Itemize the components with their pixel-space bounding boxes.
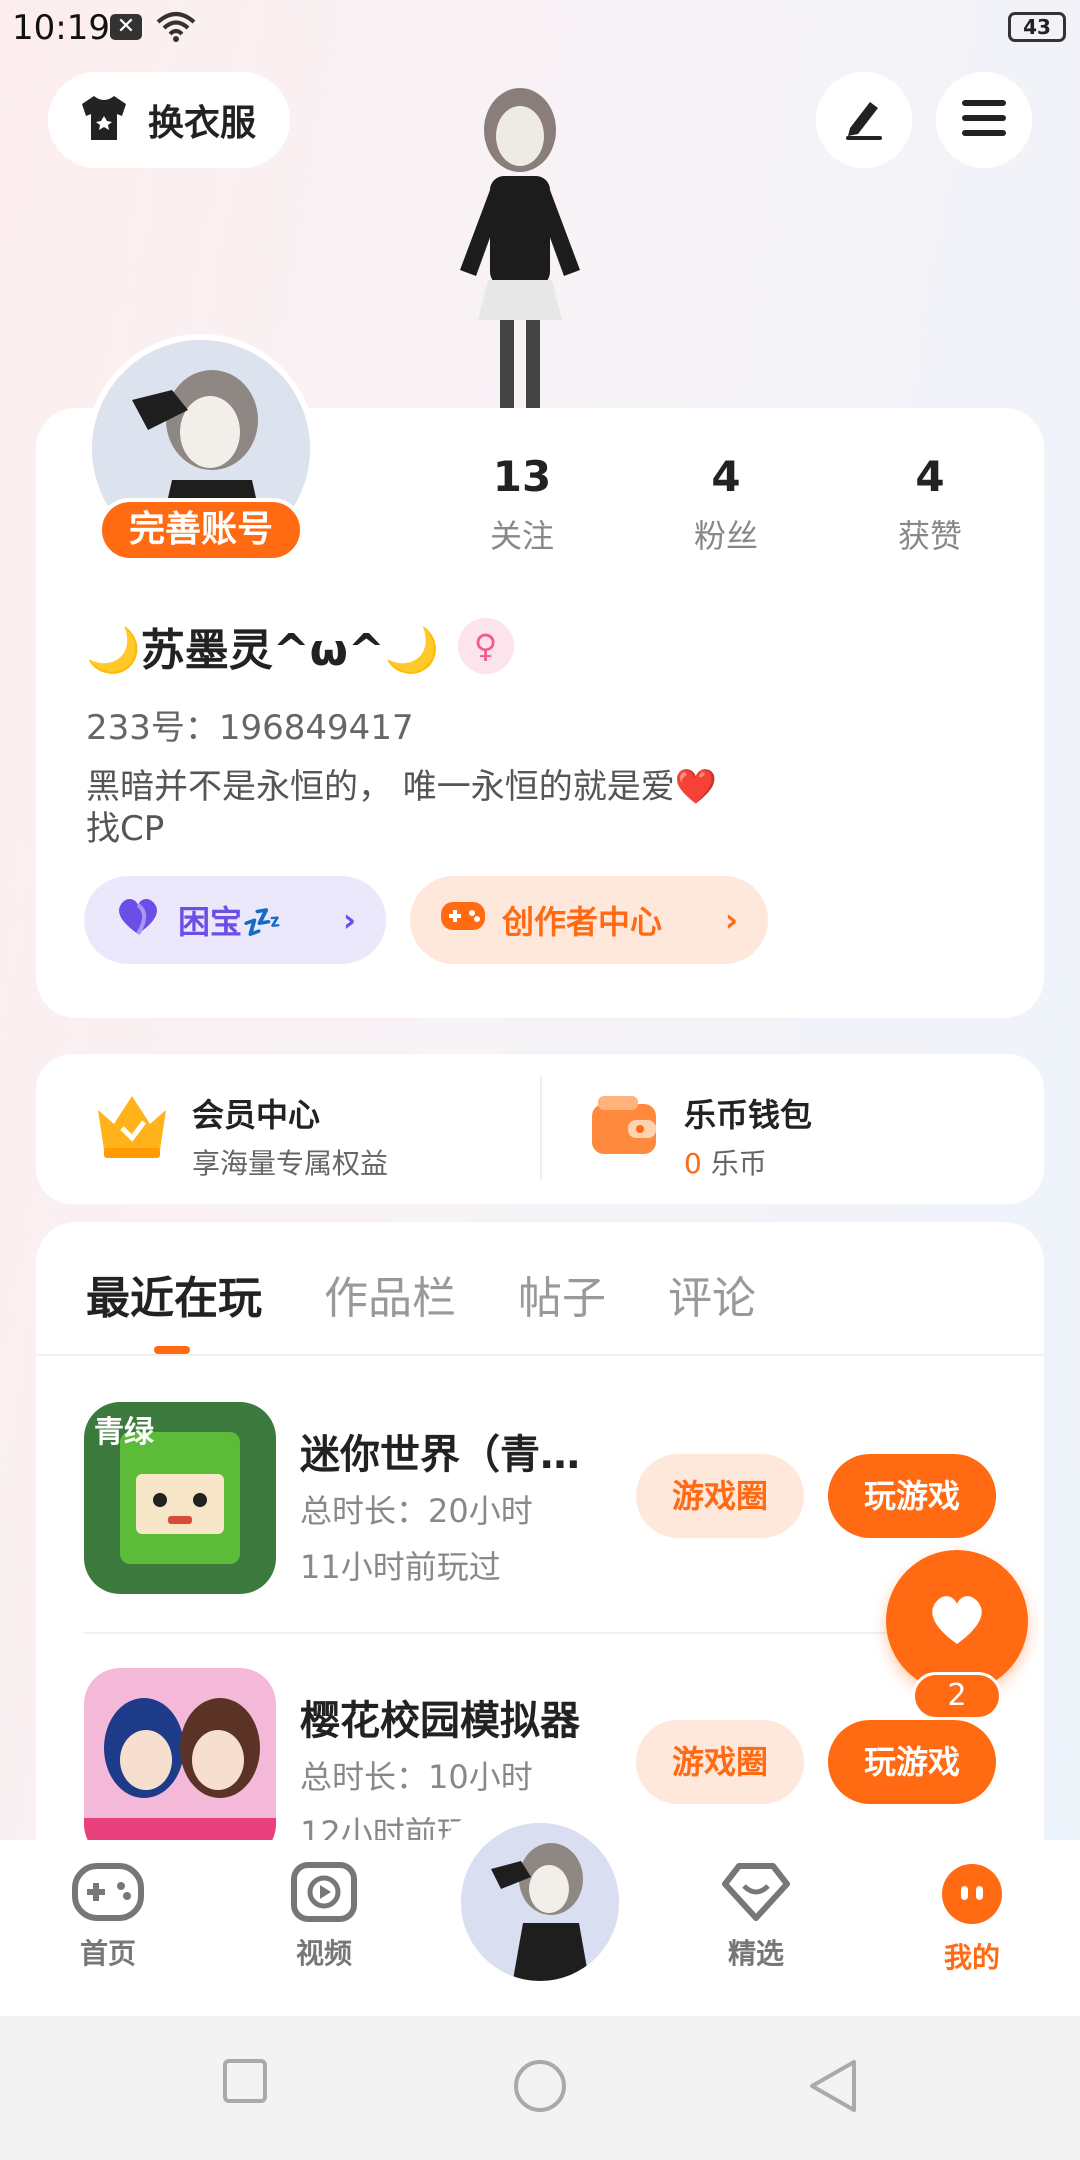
nav-mine[interactable]: 我的 xyxy=(902,1862,1042,1976)
divider xyxy=(84,1632,1004,1634)
status-time: 10:19 xyxy=(12,8,110,48)
member-center-subtitle: 享海量专属权益 xyxy=(192,1147,389,1180)
recent-apps-button[interactable] xyxy=(222,2058,268,2108)
user-id: 233号：196849417 xyxy=(86,708,414,748)
heart-icon xyxy=(114,896,162,944)
square-icon xyxy=(222,2059,268,2108)
tab-works[interactable]: 作品栏 xyxy=(324,1262,456,1326)
nav-mine-label: 我的 xyxy=(943,1941,1000,1974)
avatar-figure[interactable] xyxy=(430,80,610,410)
game-duration: 总时长：10小时 xyxy=(300,1758,533,1796)
female-icon: ♀ xyxy=(457,618,514,674)
edit-profile-button[interactable] xyxy=(816,72,912,168)
nav-video-label: 视频 xyxy=(295,1937,352,1970)
menu-button[interactable] xyxy=(936,72,1032,168)
game-title: 樱花校园模拟器 xyxy=(300,1698,580,1744)
creator-center-label: 创作者中心 xyxy=(502,903,663,941)
tab-comments[interactable]: 评论 xyxy=(668,1262,756,1326)
circle-icon xyxy=(512,2060,568,2118)
followers-count: 4 xyxy=(711,452,741,501)
tab-posts[interactable]: 帖子 xyxy=(518,1262,606,1326)
following-stat[interactable]: 13 关注 xyxy=(432,452,612,557)
game-title: 迷你世界（青少年版） xyxy=(300,1432,600,1478)
member-center-title: 会员中心 xyxy=(192,1096,321,1134)
following-count: 13 xyxy=(492,452,552,501)
wifi-icon xyxy=(156,10,196,48)
svg-text:青绿: 青绿 xyxy=(94,1415,155,1450)
game-duration: 总时长：20小时 xyxy=(300,1492,533,1530)
heart-icon xyxy=(926,1592,988,1650)
divider xyxy=(540,1076,542,1180)
nav-home[interactable]: 首页 xyxy=(38,1862,178,1972)
nav-featured-label: 精选 xyxy=(727,1937,784,1970)
followers-label: 粉丝 xyxy=(693,517,758,555)
menu-icon xyxy=(960,98,1008,142)
nav-avatar-center[interactable] xyxy=(456,1818,624,1986)
crown-icon xyxy=(92,1090,172,1164)
divider xyxy=(36,1354,1044,1356)
gamepad-icon xyxy=(440,898,486,942)
chevron-right-icon: › xyxy=(342,901,356,939)
tab-recently-played[interactable]: 最近在玩 xyxy=(86,1262,262,1326)
likes-stat[interactable]: 4 获赞 xyxy=(840,452,1020,557)
tab-indicator xyxy=(154,1346,190,1354)
nav-home-label: 首页 xyxy=(79,1937,136,1970)
home-button[interactable] xyxy=(512,2058,568,2118)
heart-shield-icon xyxy=(721,1862,791,1926)
nickname: 🌙苏墨灵^ω^🌙 xyxy=(86,625,440,676)
game-last-played: 11小时前玩过 xyxy=(300,1548,501,1586)
game-circle-button[interactable]: 游戏圈 xyxy=(636,1720,804,1804)
member-center-button[interactable]: 会员中心 享海量专属权益 xyxy=(192,1090,388,1182)
floating-heart-button[interactable] xyxy=(886,1550,1028,1692)
followers-stat[interactable]: 4 粉丝 xyxy=(636,452,816,557)
nickname-row: 🌙苏墨灵^ω^🌙 ♀ xyxy=(86,614,514,678)
nav-featured[interactable]: 精选 xyxy=(686,1862,826,1972)
bio-line-2: 找CP xyxy=(86,809,165,849)
back-button[interactable] xyxy=(808,2058,858,2118)
wallet-balance: 0 乐币 xyxy=(684,1142,812,1182)
battery-indicator: 43 xyxy=(1008,12,1066,42)
wallet-title: 乐币钱包 xyxy=(684,1096,813,1134)
wallet-amount: 0 xyxy=(684,1147,702,1180)
game-circle-button[interactable]: 游戏圈 xyxy=(636,1454,804,1538)
wallet-unit: 乐币 xyxy=(701,1147,767,1180)
change-outfit-button[interactable]: 换衣服 xyxy=(48,72,290,168)
following-label: 关注 xyxy=(489,517,554,555)
likes-count: 4 xyxy=(915,452,945,501)
shirt-icon xyxy=(78,94,130,146)
bio-line-1: 黑暗并不是永恒的， 唯一永恒的就是爱❤️ xyxy=(86,767,718,807)
game-icon: 青绿 xyxy=(84,1402,276,1594)
game-icon xyxy=(84,1668,276,1840)
pencil-icon xyxy=(840,94,888,146)
face-icon xyxy=(940,1862,1004,1930)
play-game-button[interactable]: 玩游戏 xyxy=(828,1454,996,1538)
creator-center-button[interactable]: 创作者中心 › xyxy=(410,876,768,964)
nav-video[interactable]: 视频 xyxy=(254,1862,394,1972)
status-pill-label: 困宝💤 xyxy=(178,903,282,941)
likes-label: 获赞 xyxy=(897,517,962,555)
complete-account-button[interactable]: 完善账号 xyxy=(98,498,304,562)
triangle-back-icon xyxy=(808,2060,858,2118)
bio: 黑暗并不是永恒的， 唯一永恒的就是爱❤️ 找CP xyxy=(86,766,717,850)
profile-tabs: 最近在玩 作品栏 帖子 评论 xyxy=(86,1262,756,1326)
fab-count-badge: 2 xyxy=(912,1672,1002,1720)
gamepad-icon xyxy=(71,1862,145,1926)
list-item[interactable]: 青绿 迷你世界（青少年版） 总时长：20小时 11小时前玩过 游戏圈 玩游戏 xyxy=(84,1402,1004,1598)
wallet-icon xyxy=(588,1094,660,1162)
video-play-icon xyxy=(291,1862,357,1926)
chevron-right-icon: › xyxy=(724,901,738,939)
change-outfit-label: 换衣服 xyxy=(148,103,257,144)
play-game-button[interactable]: 玩游戏 xyxy=(828,1720,996,1804)
status-pill-button[interactable]: 困宝💤 › xyxy=(84,876,386,964)
close-box-icon: ✕ xyxy=(110,14,142,40)
wallet-button[interactable]: 乐币钱包 0 乐币 xyxy=(684,1090,812,1182)
